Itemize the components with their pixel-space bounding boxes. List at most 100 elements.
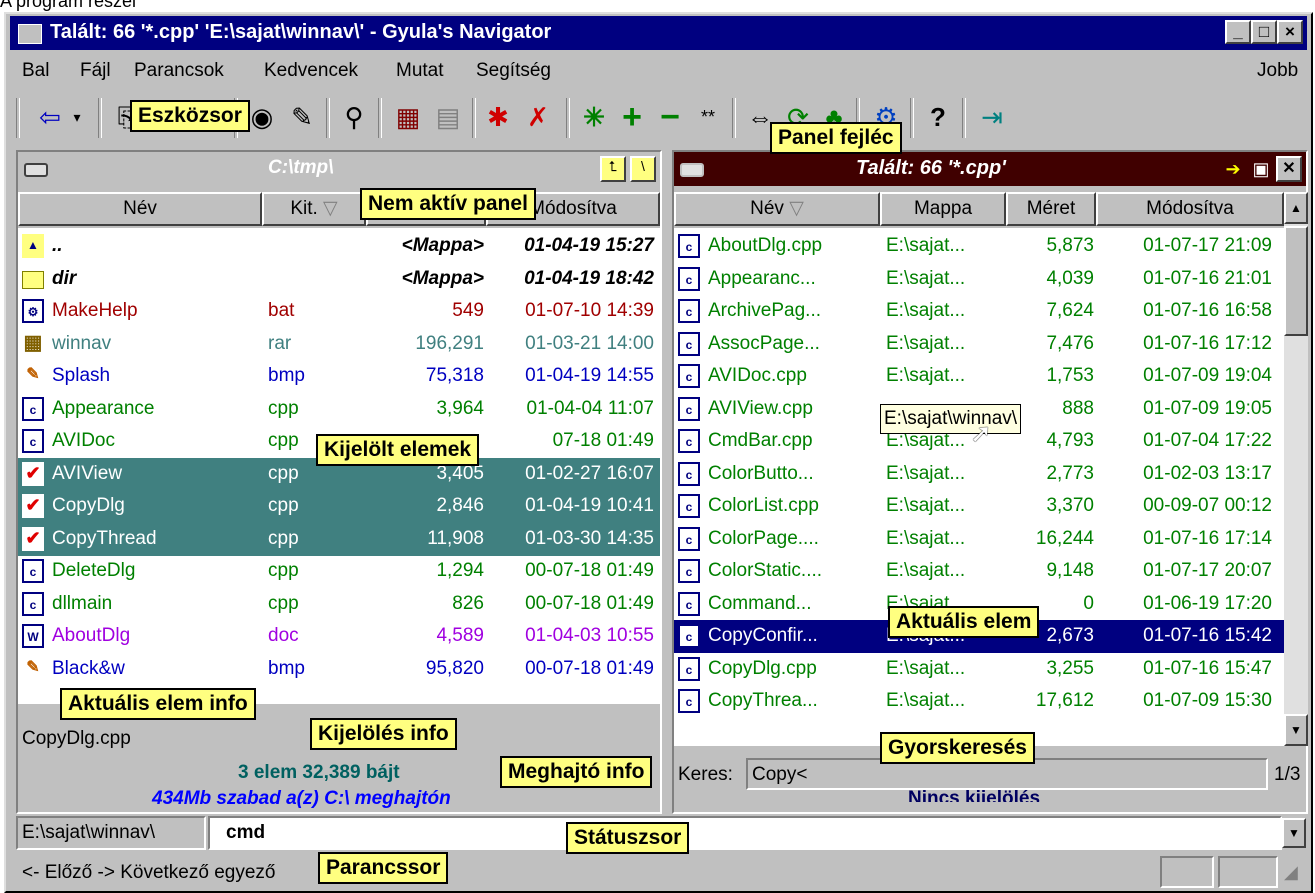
- file-ext: cpp: [268, 527, 299, 549]
- table-row[interactable]: W AboutDlg doc 4,589 01-04-03 10:55: [18, 620, 660, 653]
- file-name: Appearanc...: [708, 267, 816, 289]
- cpp-icon: c: [678, 656, 700, 681]
- help-icon[interactable]: ?: [920, 98, 956, 136]
- col-ext[interactable]: Kit. ▽: [262, 192, 366, 226]
- table-row[interactable]: c Appearanc... E:\sajat... 4,039 01-07-16 21…: [674, 263, 1284, 296]
- file-folder: E:\sajat...: [886, 527, 966, 549]
- file-size: 0: [1083, 592, 1094, 614]
- file-date: 01-07-09 19:04: [1143, 365, 1272, 386]
- file-ext: bat: [268, 300, 295, 321]
- table-row[interactable]: c AVIDoc.cpp E:\sajat... 1,753 01-07-09 19:0…: [674, 360, 1284, 393]
- file-date: 01-07-16 17:12: [1143, 332, 1272, 354]
- new-folder-icon[interactable]: ✱: [480, 98, 516, 136]
- root-dir-icon[interactable]: \: [630, 156, 656, 182]
- bitmap-icon: ✎: [26, 658, 40, 676]
- figure-caption: A program részei: [0, 0, 137, 11]
- close-panel-icon[interactable]: ✕: [1276, 156, 1302, 182]
- file-ext: bmp: [268, 657, 305, 679]
- menu-bal[interactable]: Bal: [22, 60, 49, 82]
- command-input[interactable]: cmd: [208, 816, 1282, 850]
- table-row[interactable]: c AboutDlg.cpp E:\sajat... 5,873 01-07-17 21…: [674, 230, 1284, 263]
- callout-toolbar: Eszközsor: [130, 100, 250, 132]
- dropdown-arrow-icon[interactable]: ▾: [68, 98, 86, 136]
- check-icon: ✔: [22, 526, 44, 551]
- selection-info: 3 elem 32,389 bájt: [238, 762, 400, 783]
- command-dropdown-button[interactable]: ▼: [1282, 818, 1306, 848]
- table-row[interactable]: ▦ winnav rar 196,291 01-03-21 14:00: [18, 328, 660, 361]
- scroll-thumb[interactable]: [1284, 226, 1308, 336]
- cpp-icon: c: [678, 624, 700, 648]
- table-row[interactable]: c ColorList.cpp E:\sajat... 3,370 00-09-07 0…: [674, 490, 1284, 523]
- invert-selection-icon[interactable]: **: [690, 98, 726, 136]
- status-pane: [1218, 856, 1278, 888]
- menu-kedvencek[interactable]: Kedvencek: [264, 60, 358, 82]
- menu-parancsok[interactable]: Parancsok: [134, 60, 224, 82]
- menu-mutat[interactable]: Mutat: [396, 60, 444, 82]
- scroll-up-button[interactable]: ▲: [1284, 192, 1308, 224]
- col-modified[interactable]: Módosítva: [1096, 192, 1284, 226]
- menu-jobb[interactable]: Jobb: [1257, 60, 1298, 82]
- scroll-down-button[interactable]: ▼: [1284, 714, 1308, 746]
- table-row[interactable]: c dllmain cpp 826 00-07-18 01:49: [18, 588, 660, 621]
- table-row[interactable]: c ColorPage.... E:\sajat... 16,244 01-07-16 …: [674, 523, 1284, 556]
- exit-icon[interactable]: ⇥: [974, 98, 1010, 136]
- table-row[interactable]: ✔ CopyThread cpp 11,908 01-03-30 14:35: [18, 522, 660, 556]
- quicksearch-label: Keres:: [678, 764, 733, 785]
- maximize-button[interactable]: □: [1251, 20, 1277, 44]
- up-folder-icon: ▲: [22, 234, 44, 258]
- table-row[interactable]: c DeleteDlg cpp 1,294 00-07-18 01:49: [18, 555, 660, 588]
- menu-segitseg[interactable]: Segítség: [476, 60, 551, 82]
- resize-grip-icon[interactable]: ◢: [1284, 862, 1298, 883]
- parent-dir-icon[interactable]: ⮤: [600, 156, 626, 182]
- table-row[interactable]: ⚙ MakeHelp bat 549 01-07-10 14:39: [18, 295, 660, 328]
- pack-icon[interactable]: ▦: [390, 98, 426, 136]
- file-size: <Mappa>: [401, 267, 484, 289]
- file-folder: E:\sajat...: [886, 267, 966, 289]
- find-icon[interactable]: ⚲: [336, 98, 372, 136]
- file-size: 549: [452, 300, 484, 321]
- back-arrow-icon[interactable]: ⇦: [32, 98, 68, 136]
- file-folder: E:\sajat...: [886, 560, 966, 581]
- table-row[interactable]: ✎ Black&w bmp 95,820 00-07-18 01:49: [18, 653, 660, 686]
- unpack-icon[interactable]: ▤: [430, 98, 466, 136]
- table-row[interactable]: c CopyThrea... E:\sajat... 17,612 01-07-09 1…: [674, 685, 1284, 718]
- menu-fajl[interactable]: Fájl: [80, 60, 111, 82]
- minimize-button[interactable]: _: [1225, 20, 1251, 44]
- bitmap-icon: ✎: [26, 366, 40, 383]
- callout-selected-items: Kijelölt elemek: [316, 434, 480, 466]
- save-icon[interactable]: ▣: [1248, 156, 1274, 182]
- table-row[interactable]: ▲.. <Mappa> 01-04-19 15:27: [18, 230, 660, 263]
- table-row[interactable]: c CopyDlg.cpp E:\sajat... 3,255 01-07-16 15:…: [674, 653, 1284, 686]
- file-name: AVIView.cpp: [708, 397, 813, 419]
- table-row[interactable]: ✎ Splash bmp 75,318 01-04-19 14:55: [18, 360, 660, 393]
- col-name[interactable]: Név: [18, 192, 262, 226]
- file-name: ColorPage....: [708, 527, 819, 549]
- select-plus-icon[interactable]: +: [614, 98, 650, 136]
- file-date: 01-07-16 15:47: [1143, 657, 1272, 679]
- select-minus-icon[interactable]: −: [652, 98, 688, 136]
- file-size: 4,793: [1046, 430, 1094, 451]
- table-row[interactable]: c ColorButto... E:\sajat... 2,773 01-02-03 1…: [674, 458, 1284, 491]
- table-row[interactable]: c AssocPage... E:\sajat... 7,476 01-07-16 17…: [674, 328, 1284, 361]
- file-date: 01-06-19 17:20: [1143, 592, 1272, 614]
- edit-icon[interactable]: ✎: [284, 98, 320, 136]
- cpp-icon: c: [678, 429, 700, 453]
- goto-folder-icon[interactable]: ➔: [1220, 156, 1246, 182]
- select-all-icon[interactable]: ✳: [576, 98, 612, 136]
- file-name: Appearance: [52, 397, 155, 419]
- callout-status-bar: Státuszsor: [566, 822, 690, 854]
- remove-folder-icon[interactable]: ✗: [520, 98, 556, 136]
- col-size[interactable]: Méret: [1006, 192, 1096, 226]
- close-button[interactable]: ×: [1277, 20, 1303, 44]
- table-row[interactable]: c ColorStatic.... E:\sajat... 9,148 01-07-17…: [674, 555, 1284, 588]
- table-row[interactable]: ✔ CopyDlg cpp 2,846 01-04-19 10:41: [18, 490, 660, 523]
- right-selection-info: Nincs kijelölés: [908, 788, 1041, 802]
- file-folder: E:\sajat...: [886, 495, 966, 516]
- col-folder[interactable]: Mappa: [880, 192, 1006, 226]
- table-row[interactable]: c Appearance cpp 3,964 01-04-04 11:07: [18, 393, 660, 426]
- right-scrollbar[interactable]: ▲ ▼: [1284, 192, 1308, 746]
- table-row[interactable]: dir <Mappa> 01-04-19 18:42: [18, 263, 660, 296]
- col-name[interactable]: Név ▽: [674, 192, 880, 226]
- cpp-icon: c: [678, 461, 700, 486]
- table-row[interactable]: c ArchivePag... E:\sajat... 7,624 01-07-16 1…: [674, 295, 1284, 328]
